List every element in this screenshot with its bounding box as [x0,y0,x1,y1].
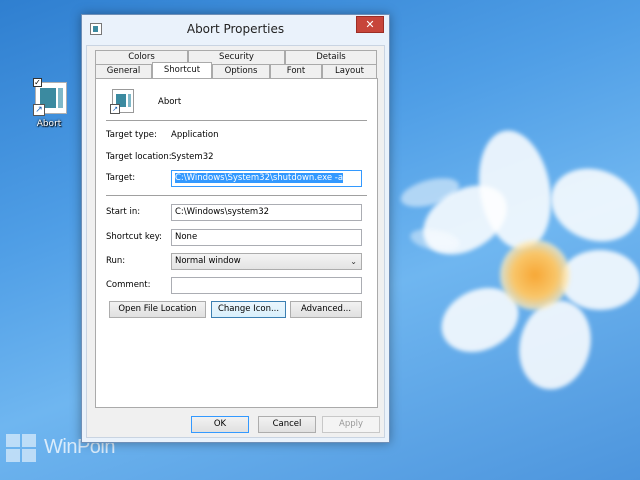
change-icon-button[interactable]: Change Icon... [211,301,286,318]
run-label: Run: [106,256,126,266]
target-type-value: Application [171,130,219,140]
run-select-value: Normal window [175,256,241,266]
advanced-button[interactable]: Advanced... [290,301,362,318]
divider [106,120,367,121]
windows-logo-icon [6,434,38,464]
title-bar[interactable]: Abort Properties ✕ [82,15,389,45]
tab-options[interactable]: Options [212,64,270,78]
target-type-label: Target type: [106,130,157,140]
ok-button[interactable]: OK [191,416,249,433]
shortcut-panel: ↗ Abort Target type: Application Target … [95,78,378,408]
target-input[interactable]: C:\Windows\System32\shutdown.exe -a [171,170,362,187]
tab-row-front: General Shortcut Options Font Layout [95,62,377,78]
cancel-button[interactable]: Cancel [258,416,316,433]
target-input-value: C:\Windows\System32\shutdown.exe -a [175,173,344,183]
shortcut-key-input[interactable]: None [171,229,362,246]
target-location-value: System32 [171,152,214,162]
shortcut-arrow-icon: ↗ [110,104,120,114]
tab-layout[interactable]: Layout [322,64,377,78]
shortcut-arrow-icon: ↗ [33,104,45,116]
apply-button[interactable]: Apply [322,416,380,433]
tab-shortcut[interactable]: Shortcut [152,62,212,78]
desktop-shortcut-abort[interactable]: ✓ ↗ Abort [26,78,72,129]
run-select[interactable]: Normal window ⌄ [171,253,362,270]
start-in-label: Start in: [106,207,141,217]
shortcut-name: Abort [158,97,182,107]
target-label: Target: [106,173,136,183]
tab-general[interactable]: General [95,64,152,78]
close-button[interactable]: ✕ [356,16,384,33]
shortcut-key-label: Shortcut key: [106,232,163,242]
window-title: Abort Properties [186,22,285,36]
properties-window: Abort Properties ✕ Colors Security Detai… [81,14,390,443]
dialog-client-area: Colors Security Details General Shortcut… [86,45,385,438]
wallpaper-flower-small [397,140,540,290]
tab-row-back: Colors Security Details [95,50,377,64]
shortcut-icon: ✓ ↗ [31,78,67,116]
comment-input[interactable] [171,277,362,294]
checkbox-icon: ✓ [33,78,42,87]
desktop-icon-label: Abort [36,119,62,129]
open-file-location-button[interactable]: Open File Location [109,301,206,318]
tab-details[interactable]: Details [285,50,377,64]
target-location-label: Target location: [106,152,172,162]
start-in-input[interactable]: C:\Windows\system32 [171,204,362,221]
shortcut-large-icon: ↗ [110,89,134,115]
divider [106,195,367,196]
comment-label: Comment: [106,280,151,290]
chevron-down-icon: ⌄ [350,257,357,266]
tab-font[interactable]: Font [270,64,322,78]
